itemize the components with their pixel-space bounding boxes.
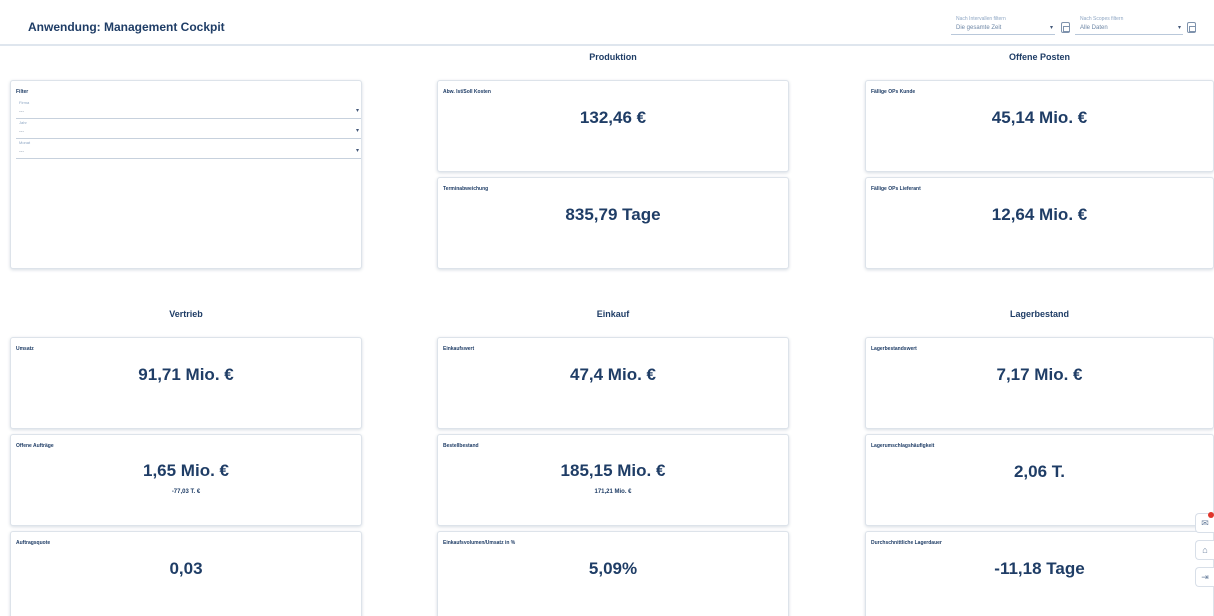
kpi-card-offene-auftraege[interactable]: Offene Aufträge 1,65 Mio. € -77,03 T. €: [10, 434, 362, 526]
kpi-value: 45,14 Mio. €: [991, 108, 1088, 127]
scope-filter-value: Alle Daten: [1080, 25, 1108, 31]
kpi-card-lagerbestandswert[interactable]: Lagerbestandswert 7,17 Mio. €: [865, 337, 1214, 429]
filter-firma-select[interactable]: Firma --- ▾: [16, 100, 361, 119]
kpi-value: 47,4 Mio. €: [570, 365, 656, 384]
chevron-down-icon: ▾: [1049, 25, 1053, 31]
filter-jahr-select[interactable]: Jahr --- ▾: [16, 120, 361, 139]
home-icon: ⌂: [1202, 545, 1208, 555]
chevron-down-icon: ▾: [1177, 25, 1181, 31]
chevron-down-icon: ▾: [355, 128, 359, 134]
kpi-card-auftragsquote[interactable]: Auftragsquote 0,03: [10, 531, 362, 616]
kpi-card-ops-lieferant[interactable]: Fällige OPs Lieferant 12,64 Mio. €: [865, 177, 1214, 269]
kpi-card-lagerdauer[interactable]: Durchschnittliche Lagerdauer -11,18 Tage: [865, 531, 1214, 616]
kpi-value: 91,71 Mio. €: [138, 365, 234, 384]
kpi-label: Offene Aufträge: [16, 443, 54, 449]
kpi-sub-value: -77,03 T. €: [171, 489, 201, 495]
kpi-value: 1,65 Mio. €: [143, 461, 229, 480]
notification-badge: [1208, 512, 1214, 518]
kpi-label: Durchschnittliche Lagerdauer: [871, 540, 942, 546]
filter-title: Filter: [16, 89, 29, 95]
kpi-label: Terminabweichung: [443, 186, 489, 192]
logout-button[interactable]: ⇥: [1195, 567, 1214, 587]
section-title-vertrieb: Vertrieb: [169, 309, 203, 319]
kpi-value: 185,15 Mio. €: [560, 461, 666, 480]
filter-monat-value: ---: [19, 149, 24, 155]
kpi-value: 0,03: [169, 559, 203, 578]
kpi-label: Abw. Ist/Soll Kosten: [443, 89, 491, 95]
notification-icon: ✉: [1201, 518, 1209, 528]
kpi-value: 12,64 Mio. €: [991, 205, 1088, 224]
filter-jahr-value: ---: [19, 129, 24, 135]
filter-monat-select[interactable]: Monat --- ▾: [16, 140, 361, 159]
kpi-label: Umsatz: [16, 346, 34, 352]
kpi-card-terminabweichung[interactable]: Terminabweichung 835,79 Tage: [437, 177, 789, 269]
scope-filter-select[interactable]: Alle Daten ▾: [1075, 21, 1183, 35]
filter-card: Filter Firma --- ▾ Jahr --- ▾ Monat --- …: [10, 80, 362, 269]
scope-filter[interactable]: Nach Scopes filtern Alle Daten ▾: [1075, 16, 1185, 36]
kpi-label: Fällige OPs Lieferant: [871, 186, 921, 192]
chevron-down-icon: ▾: [355, 108, 359, 114]
kpi-card-einkaufsvolumen[interactable]: Einkaufsvolumen/Umsatz in % 5,09%: [437, 531, 789, 616]
section-title-lagerbestand: Lagerbestand: [1009, 309, 1069, 319]
filter-jahr-label: Jahr: [19, 120, 27, 125]
section-title-produktion: Produktion: [589, 52, 637, 62]
kpi-label: Lagerumschlagshäufigkeit: [871, 443, 935, 449]
kpi-card-abw-kosten[interactable]: Abw. Ist/Soll Kosten 132,46 €: [437, 80, 789, 172]
home-button[interactable]: ⌂: [1195, 540, 1214, 560]
kpi-label: Einkaufswert: [443, 346, 475, 352]
kpi-card-einkaufswert[interactable]: Einkaufswert 47,4 Mio. €: [437, 337, 789, 429]
app-title: Anwendung: Management Cockpit: [28, 20, 225, 34]
filter-monat-label: Monat: [19, 140, 31, 145]
section-title-einkauf: Einkauf: [596, 309, 630, 319]
chevron-down-icon: ▾: [355, 148, 359, 154]
kpi-sub-value: 171,21 Mio. €: [594, 489, 632, 495]
kpi-label: Lagerbestandswert: [871, 346, 917, 352]
filter-firma-label: Firma: [19, 100, 30, 105]
interval-filter-value: Die gesamte Zeit: [956, 25, 1002, 31]
kpi-card-lagerumschlag[interactable]: Lagerumschlagshäufigkeit 2,06 T.: [865, 434, 1214, 526]
interval-filter[interactable]: Nach Intervallen filtern Die gesamte Zei…: [951, 16, 1056, 36]
kpi-label: Einkaufsvolumen/Umsatz in %: [443, 540, 516, 546]
kpi-value: -11,18 Tage: [994, 559, 1085, 578]
kpi-label: Auftragsquote: [16, 540, 51, 546]
kpi-label: Bestellbestand: [443, 443, 479, 449]
notification-button[interactable]: ✉: [1195, 512, 1214, 533]
kpi-value: 7,17 Mio. €: [996, 365, 1083, 384]
kpi-card-umsatz[interactable]: Umsatz 91,71 Mio. €: [10, 337, 362, 429]
kpi-value: 132,46 €: [579, 108, 647, 127]
kpi-card-ops-kunde[interactable]: Fällige OPs Kunde 45,14 Mio. €: [865, 80, 1214, 172]
filter-firma-value: ---: [19, 109, 24, 115]
kpi-label: Fällige OPs Kunde: [871, 89, 916, 95]
kpi-value: 2,06 T.: [1013, 462, 1066, 481]
calendar-icon[interactable]: [1187, 22, 1196, 33]
calendar-icon[interactable]: [1061, 22, 1070, 33]
kpi-value: 835,79 Tage: [565, 205, 661, 224]
logout-icon: ⇥: [1201, 572, 1209, 582]
kpi-card-bestellbestand[interactable]: Bestellbestand 185,15 Mio. € 171,21 Mio.…: [437, 434, 789, 526]
kpi-value: 5,09%: [588, 559, 638, 578]
section-title-offene-posten: Offene Posten: [1008, 52, 1070, 62]
interval-filter-select[interactable]: Die gesamte Zeit ▾: [951, 21, 1055, 35]
top-bar: Anwendung: Management Cockpit Nach Inter…: [0, 0, 1214, 46]
